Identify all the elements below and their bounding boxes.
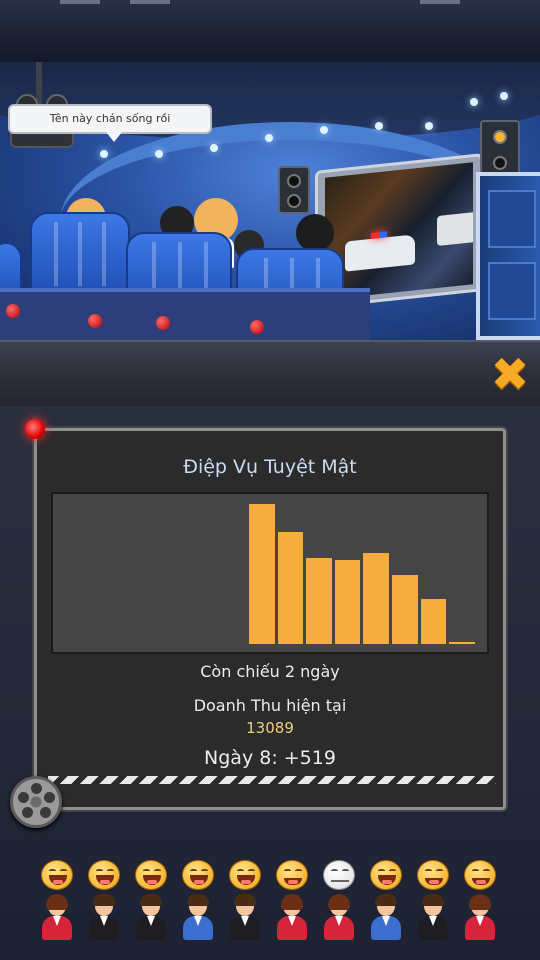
revenue-value: 13089: [246, 719, 294, 737]
ceiling-light: [210, 144, 218, 152]
laughing-face-icon: [41, 860, 73, 890]
police-car: [345, 234, 415, 272]
cinema-screen: [325, 162, 473, 300]
door-panel: [488, 190, 536, 248]
female-viewer-icon: [40, 894, 74, 942]
ceiling-light: [470, 98, 478, 106]
movie-title: Điệp Vụ Tuyệt Mật: [183, 456, 357, 478]
audience-head: [296, 214, 334, 252]
female-viewer-icon: [322, 894, 356, 942]
male-viewer-icon: [87, 894, 121, 942]
laughing-face-icon: [182, 860, 214, 890]
suv: [437, 211, 473, 247]
close-icon: ✖: [490, 347, 530, 401]
seat-stripe: [102, 222, 106, 286]
reel-hole: [44, 792, 55, 803]
reel-hole: [40, 807, 51, 818]
smiling-face-icon: [276, 860, 308, 890]
chart-bar: [277, 531, 304, 644]
recording-light: [25, 419, 45, 439]
film-reel-icon: [10, 776, 62, 828]
panel-header-bar: [0, 340, 540, 406]
revenue-label: Doanh Thu hiện tại: [193, 696, 347, 715]
male-viewer-icon: [369, 894, 403, 942]
seat-stripe: [78, 222, 82, 286]
cinema-seat: [30, 212, 130, 296]
male-viewer-icon: [228, 894, 262, 942]
floor-light: [250, 320, 264, 334]
close-button[interactable]: ✖: [488, 347, 532, 401]
speaker-cone: [493, 156, 507, 170]
film-strip: [48, 776, 496, 784]
reel-hole: [18, 792, 29, 803]
smiling-face-icon: [464, 860, 496, 890]
chart-bar: [420, 599, 447, 644]
seat-platform: [0, 288, 370, 340]
neutral-face-icon: [323, 860, 355, 890]
ceiling-light: [265, 134, 273, 142]
ceiling-light: [375, 122, 383, 130]
top-strip: [0, 0, 540, 62]
floor-light: [6, 304, 20, 318]
floor-light: [156, 316, 170, 330]
days-remaining-text: Còn chiếu 2 ngày: [200, 662, 340, 681]
floor-light: [88, 314, 102, 328]
chart-bar: [392, 574, 418, 644]
top-tick: [420, 0, 460, 4]
smiling-face-icon: [417, 860, 449, 890]
male-viewer-icon: [416, 894, 450, 942]
chart-bar: [249, 504, 275, 644]
seat-stripe: [54, 222, 58, 286]
door-panel: [488, 262, 536, 320]
top-tick: [60, 0, 100, 4]
laughing-face-icon: [88, 860, 120, 890]
exit-door: [476, 172, 540, 340]
chart-bar: [334, 560, 361, 644]
reel-hole: [31, 783, 42, 794]
male-viewer-icon: [181, 894, 215, 942]
female-viewer-icon: [275, 894, 309, 942]
speaker-left: [278, 166, 310, 214]
chart-bar: [306, 557, 332, 644]
top-tick: [130, 0, 170, 4]
laughing-face-icon: [229, 860, 261, 890]
speech-bubble: Tên này chán sống rồi: [8, 104, 212, 142]
ceiling-light: [500, 92, 508, 100]
chart-bar: [363, 553, 389, 644]
male-viewer-icon: [134, 894, 168, 942]
daily-change-text: Ngày 8: +519: [204, 747, 336, 769]
speaker-cone: [493, 130, 507, 144]
laughing-face-icon: [370, 860, 402, 890]
revenue-chart: [51, 492, 489, 654]
ceiling-light: [155, 150, 163, 158]
ceiling-light: [100, 150, 108, 158]
speaker-cone: [287, 194, 301, 208]
ceiling-light: [425, 122, 433, 130]
female-viewer-icon: [463, 894, 497, 942]
ceiling-light: [320, 126, 328, 134]
chart-bar: [449, 642, 475, 644]
speaker-cone: [287, 174, 301, 188]
reel-hole: [22, 807, 33, 818]
laughing-face-icon: [135, 860, 167, 890]
